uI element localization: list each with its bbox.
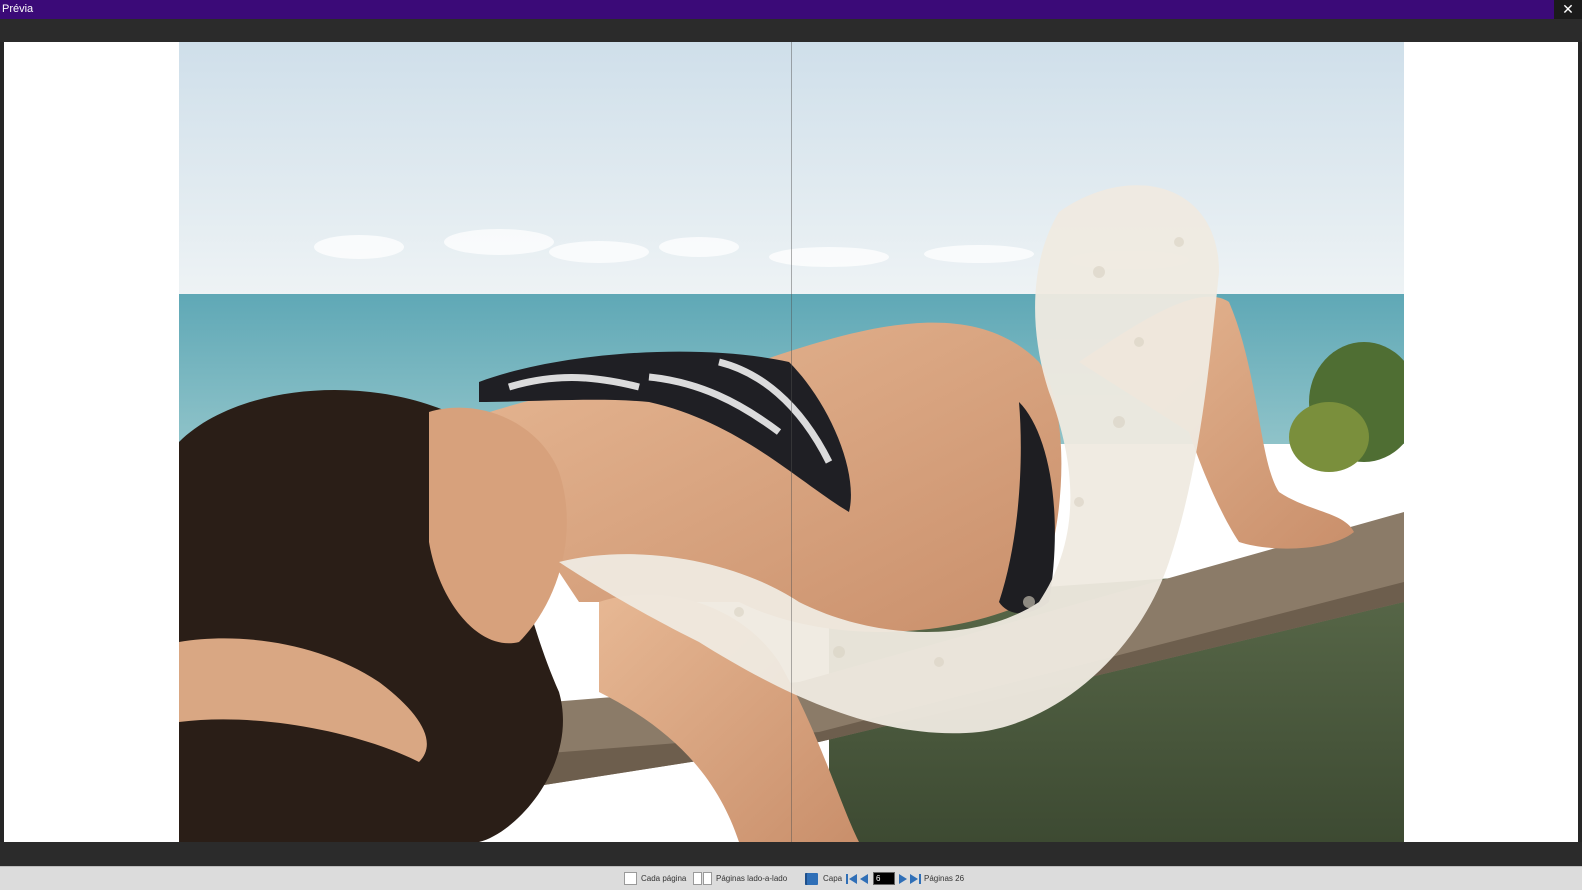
page-navigation: Páginas 26 bbox=[846, 867, 964, 890]
top-spacer bbox=[0, 19, 1582, 42]
first-page-icon[interactable] bbox=[846, 873, 857, 885]
preview-toolbar: Cada página Páginas lado-a-lado Capa Pág… bbox=[0, 866, 1582, 890]
window-title: Prévia bbox=[2, 3, 34, 15]
total-pages-label: Páginas 26 bbox=[924, 874, 965, 883]
current-page-input[interactable] bbox=[873, 872, 895, 885]
single-page-button[interactable]: Cada página bbox=[624, 867, 686, 890]
last-page-icon[interactable] bbox=[910, 873, 921, 885]
cover-book-icon bbox=[805, 872, 818, 885]
title-bar: Prévia ✕ bbox=[0, 0, 1582, 19]
previous-page-icon[interactable] bbox=[858, 873, 869, 885]
side-by-side-button[interactable]: Páginas lado-a-lado bbox=[693, 867, 787, 890]
side-by-side-pages-icon bbox=[703, 872, 712, 885]
cover-label: Capa bbox=[823, 874, 843, 883]
next-page-icon[interactable] bbox=[898, 873, 909, 885]
photo-spread bbox=[179, 42, 1404, 842]
side-by-side-pages-icon bbox=[693, 872, 702, 885]
single-page-label: Cada página bbox=[641, 874, 687, 883]
side-by-side-label: Páginas lado-a-lado bbox=[716, 874, 788, 883]
close-icon: ✕ bbox=[1562, 1, 1574, 17]
page-fold-line bbox=[791, 42, 792, 842]
cover-button[interactable]: Capa bbox=[805, 867, 842, 890]
preview-viewer bbox=[4, 42, 1578, 842]
close-button[interactable]: ✕ bbox=[1554, 0, 1582, 19]
bottom-spacer bbox=[0, 842, 1582, 866]
single-page-icon bbox=[624, 872, 637, 885]
